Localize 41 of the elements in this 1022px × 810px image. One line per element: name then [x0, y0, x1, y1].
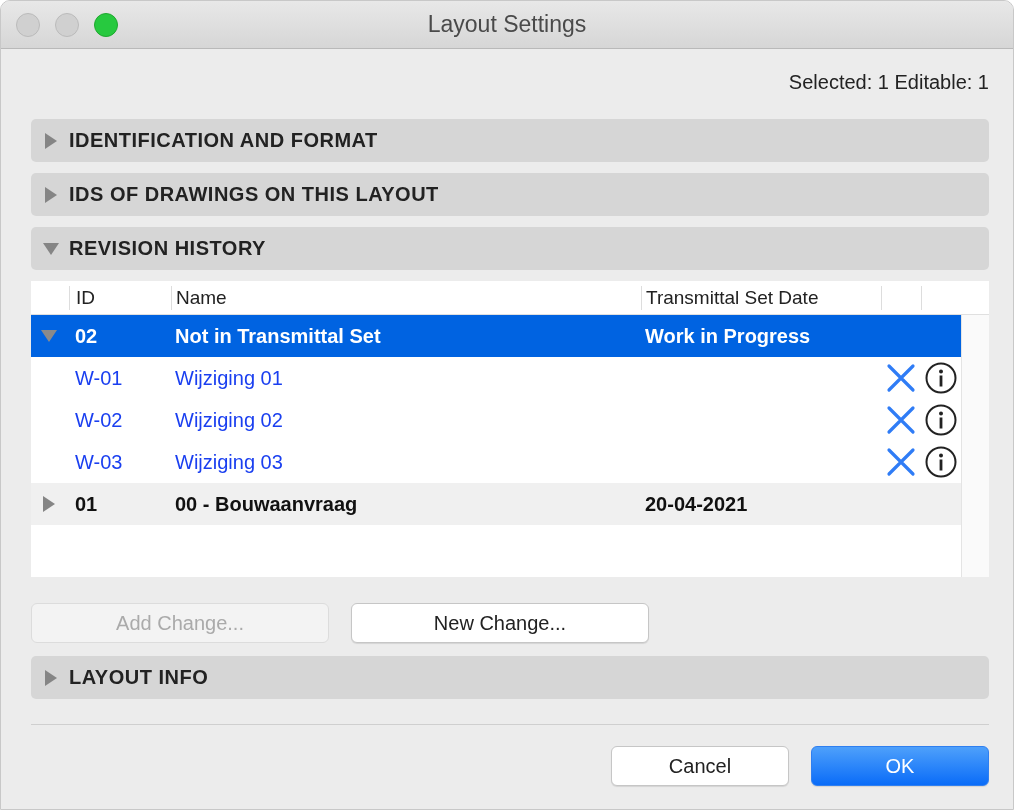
- revision-row[interactable]: 02 Not in Transmittal Set Work in Progress: [31, 315, 961, 357]
- collapse-triangle-icon[interactable]: [43, 240, 59, 257]
- table-cell-text: Wijziging 01: [174, 366, 284, 390]
- column-header: Transmittal Set Date: [641, 285, 881, 310]
- delete-icon[interactable]: [886, 363, 916, 393]
- expand-triangle-icon[interactable]: [41, 496, 57, 512]
- revision-row[interactable]: 01 00 - Bouwaanvraag 20-04-2021: [31, 483, 961, 525]
- section-header[interactable]: IDENTIFICATION AND FORMAT: [31, 119, 989, 162]
- table-cell-text: 00 - Bouwaanvraag: [174, 492, 359, 516]
- table-cell-text: W-02: [74, 408, 124, 432]
- info-icon[interactable]: [925, 362, 957, 394]
- table-cell-text: 01: [74, 492, 99, 516]
- table-cell-text: 20-04-2021: [644, 492, 749, 516]
- delete-icon[interactable]: [886, 447, 916, 477]
- new-change-button[interactable]: New Change...: [351, 603, 649, 643]
- ok-button[interactable]: OK: [811, 746, 989, 786]
- window-title: Layout Settings: [426, 11, 588, 38]
- section-header[interactable]: REVISION HISTORY: [31, 227, 989, 270]
- section-header[interactable]: LAYOUT INFO: [31, 656, 989, 699]
- selection-info: Selected: 1 Editable: 1: [787, 71, 989, 94]
- table-cell-text: 02: [74, 324, 99, 348]
- collapse-triangle-icon[interactable]: [41, 328, 57, 344]
- table-cell-text: W-03: [74, 450, 124, 474]
- info-icon[interactable]: [925, 446, 957, 478]
- table-cell-text: Wijziging 02: [174, 408, 284, 432]
- column-header: Name: [171, 285, 641, 310]
- expand-triangle-icon[interactable]: [43, 132, 59, 149]
- table-cell-text: Work in Progress: [644, 324, 812, 348]
- table-cell-text: Not in Transmittal Set: [174, 324, 382, 348]
- table-cell-text: Wijziging 03: [174, 450, 284, 474]
- expand-triangle-icon[interactable]: [43, 669, 59, 686]
- minimize-button[interactable]: [55, 12, 79, 37]
- expand-triangle-icon[interactable]: [43, 186, 59, 203]
- table-cell-text: W-01: [74, 366, 124, 390]
- delete-icon[interactable]: [886, 405, 916, 435]
- info-icon[interactable]: [925, 404, 957, 436]
- close-button[interactable]: [16, 12, 40, 37]
- cancel-button[interactable]: Cancel: [611, 746, 789, 786]
- column-header: ID: [69, 285, 171, 310]
- section-header[interactable]: IDS OF DRAWINGS ON THIS LAYOUT: [31, 173, 989, 216]
- zoom-button[interactable]: [94, 12, 118, 37]
